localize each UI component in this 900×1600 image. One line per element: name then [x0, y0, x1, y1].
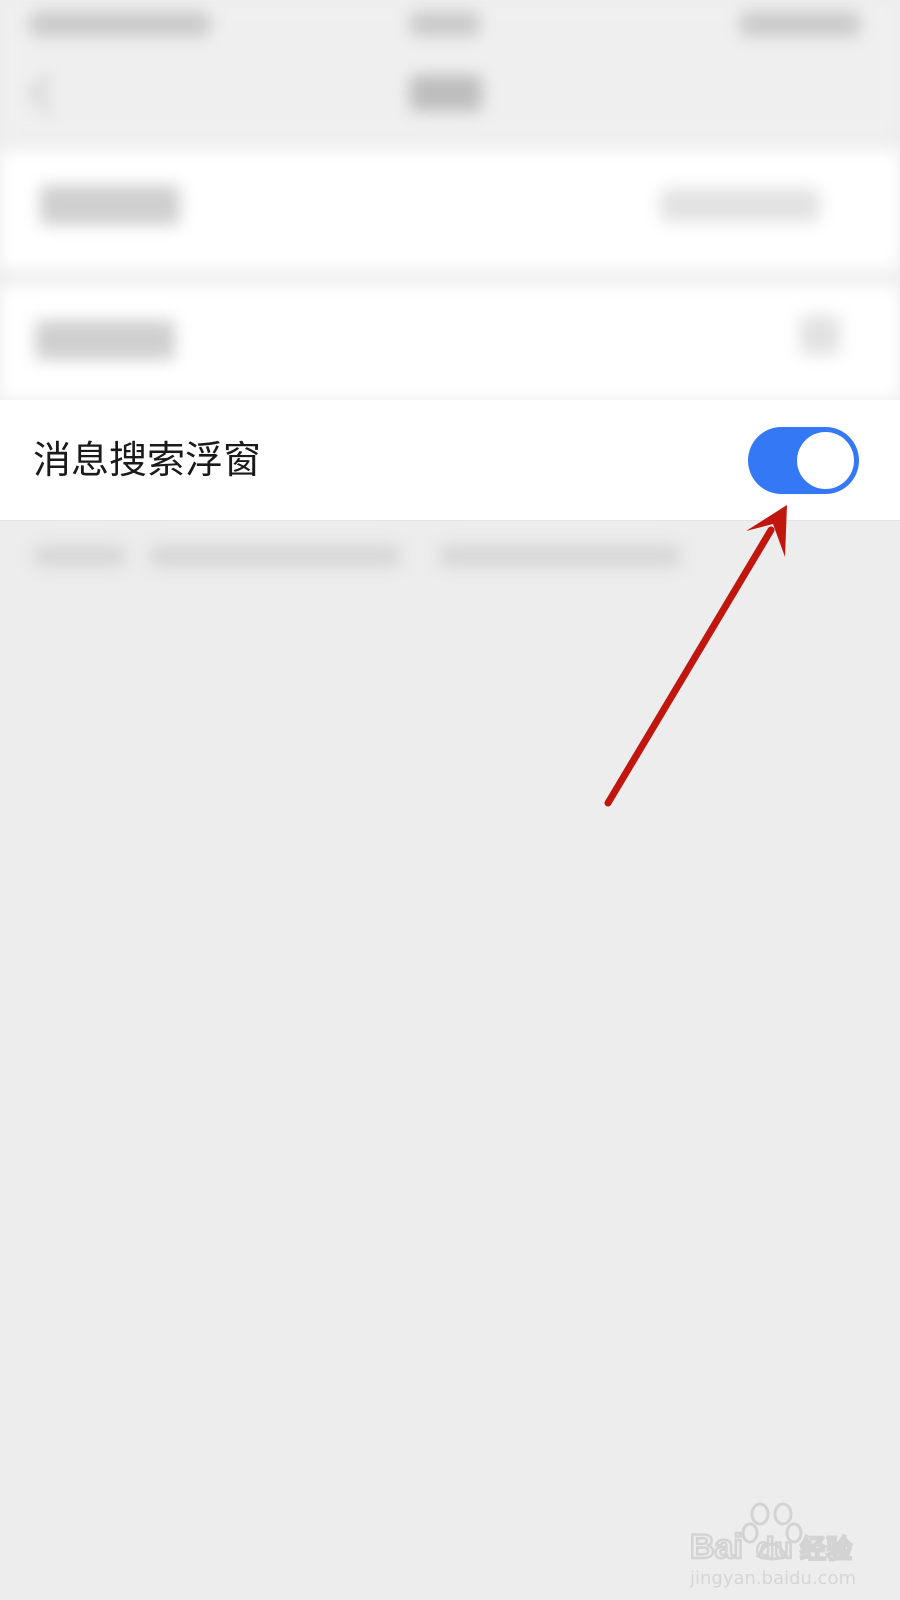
- status-bar: [0, 0, 900, 50]
- status-battery: [740, 12, 860, 36]
- message-search-float-toggle[interactable]: [748, 427, 859, 494]
- setting-label: 消息搜索浮窗: [33, 438, 262, 482]
- message-search-float-row: 消息搜索浮窗: [0, 400, 900, 521]
- toggle-knob: [797, 432, 854, 489]
- watermark-brand-b: du: [756, 1532, 793, 1565]
- status-carrier: [30, 12, 210, 36]
- blurred-setting-row-2[interactable]: [0, 285, 900, 400]
- blurred-background-area: [0, 0, 900, 400]
- nav-bar: [0, 50, 900, 140]
- blurred-description: [0, 525, 900, 665]
- back-icon[interactable]: [29, 74, 68, 113]
- status-time: [410, 12, 480, 36]
- blurred-setting-row-1[interactable]: [0, 150, 900, 270]
- watermark-brand-a: Bai: [690, 1528, 743, 1566]
- nav-title: [410, 75, 482, 111]
- watermark-brand-cn: 经验: [800, 1534, 852, 1565]
- watermark-url: jingyan.baidu.com: [689, 1568, 856, 1589]
- baidu-watermark: Bai du 经验 jingyan.baidu.com: [689, 1502, 856, 1589]
